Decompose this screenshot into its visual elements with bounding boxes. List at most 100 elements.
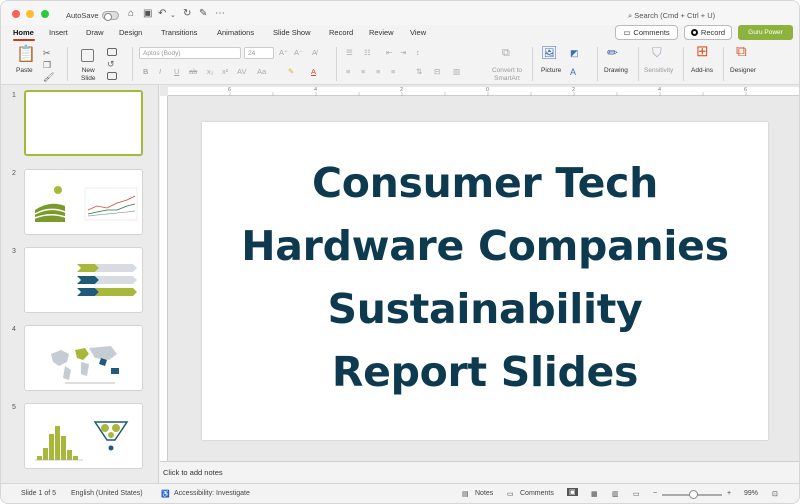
- reset-icon[interactable]: ↺: [107, 59, 115, 70]
- increase-indent-icon[interactable]: ⇥: [400, 48, 406, 57]
- home-icon[interactable]: ⌂: [128, 9, 134, 19]
- slide-thumbnail-2[interactable]: [24, 169, 143, 235]
- minimize-window-button[interactable]: [26, 10, 34, 18]
- ribbon-home: 📋 Paste ✂ ❐ 🖌 New Slide ↺ Aptos (Body) 2…: [1, 43, 799, 85]
- record-button[interactable]: Record: [684, 25, 732, 40]
- columns-icon[interactable]: ▥: [453, 67, 460, 76]
- align-center-icon[interactable]: ≡: [361, 67, 365, 76]
- copy-icon[interactable]: ❐: [43, 60, 51, 71]
- slide-thumbnail-1[interactable]: [24, 90, 143, 156]
- ruler-number: 6: [228, 87, 232, 93]
- align-text-icon[interactable]: ⊟: [434, 67, 440, 76]
- section-icon[interactable]: [107, 72, 117, 80]
- vertical-ruler[interactable]: [160, 96, 168, 461]
- sensitivity-label: Sensitivity: [644, 67, 674, 74]
- zoom-slider-thumb[interactable]: [689, 490, 698, 499]
- subscript-icon[interactable]: x₂: [207, 67, 214, 76]
- numbering-icon[interactable]: ☷: [364, 48, 371, 57]
- current-slide[interactable]: Consumer Tech Hardware Companies Sustain…: [202, 122, 768, 440]
- slide-number: 1: [12, 92, 16, 99]
- save-icon[interactable]: ▣: [143, 9, 152, 19]
- justify-icon[interactable]: ≡: [391, 67, 395, 76]
- fit-to-window-icon[interactable]: ⊡: [772, 490, 778, 498]
- align-left-icon[interactable]: ≡: [346, 67, 350, 76]
- guru-power-button[interactable]: Guru Power: [738, 25, 793, 40]
- new-slide-label-line1: New: [81, 67, 95, 74]
- tab-record[interactable]: Record: [329, 28, 353, 37]
- normal-view-icon[interactable]: ▣: [567, 488, 578, 496]
- tab-draw[interactable]: Draw: [86, 28, 104, 37]
- increase-font-icon[interactable]: A⁺: [279, 48, 288, 57]
- notes-pane[interactable]: Click to add notes: [160, 461, 799, 483]
- slide-thumbnail-5[interactable]: [24, 403, 143, 469]
- strikethrough-icon[interactable]: ab: [189, 67, 197, 76]
- tab-design[interactable]: Design: [119, 28, 142, 37]
- horizontal-ruler[interactable]: 6 4 2 0 2 4 6: [168, 87, 799, 96]
- tab-view[interactable]: View: [410, 28, 426, 37]
- accessibility-status[interactable]: Accessibility: Investigate: [174, 490, 250, 497]
- italic-icon[interactable]: I: [159, 67, 161, 76]
- underline-icon[interactable]: U: [174, 67, 179, 76]
- close-window-button[interactable]: [12, 10, 20, 18]
- tab-home[interactable]: Home: [13, 28, 34, 37]
- search-field[interactable]: ⌕ Search (Cmd + Ctrl + U): [628, 11, 715, 21]
- align-right-icon[interactable]: ≡: [376, 67, 380, 76]
- addins-label: Add-ins: [691, 67, 714, 74]
- zoom-in-icon[interactable]: +: [727, 490, 731, 497]
- decrease-font-icon[interactable]: A⁻: [294, 48, 303, 57]
- ruler-number: 2: [400, 87, 404, 93]
- zoom-out-icon[interactable]: −: [653, 490, 657, 497]
- tab-review[interactable]: Review: [369, 28, 394, 37]
- layout-icon[interactable]: [107, 48, 117, 56]
- slide-thumbnail-3[interactable]: [24, 247, 143, 313]
- language-indicator[interactable]: English (United States): [71, 490, 143, 497]
- comments-button[interactable]: ▭ Comments: [615, 25, 678, 40]
- comment-icon: ▭: [623, 28, 631, 37]
- ruler-number: 0: [486, 87, 490, 93]
- slideshow-icon[interactable]: ▭: [633, 490, 640, 498]
- bold-icon[interactable]: B: [143, 67, 148, 76]
- slide-title[interactable]: Consumer Tech Hardware Companies Sustain…: [202, 152, 768, 404]
- slide-thumbnail-panel[interactable]: 1 2 3 4 5: [1, 85, 159, 483]
- smartart-icon: ⧉: [502, 47, 510, 59]
- reading-view-icon[interactable]: ▥: [612, 490, 619, 498]
- shapes-icon[interactable]: ◩: [570, 48, 579, 59]
- slide-thumbnail-4[interactable]: [24, 325, 143, 391]
- title-line: Report Slides: [331, 348, 639, 396]
- format-painter-icon[interactable]: 🖌: [43, 72, 54, 83]
- text-direction-icon[interactable]: ⇅: [416, 67, 422, 76]
- more-icon[interactable]: ⋯: [215, 9, 225, 19]
- font-color-icon[interactable]: A: [311, 67, 316, 76]
- clear-format-icon[interactable]: A̸: [312, 48, 317, 57]
- undo-icon[interactable]: ↶: [158, 9, 166, 19]
- tab-animations[interactable]: Animations: [217, 28, 254, 37]
- customize-icon[interactable]: ✎: [199, 9, 207, 19]
- font-size-select[interactable]: 24: [244, 47, 274, 59]
- superscript-icon[interactable]: x²: [222, 67, 228, 76]
- cut-icon[interactable]: ✂: [43, 48, 51, 59]
- slide-sorter-icon[interactable]: ▦: [591, 490, 598, 498]
- autosave-label: AutoSave: [66, 11, 99, 20]
- change-case-icon[interactable]: Aa: [257, 67, 266, 76]
- autosave-toggle[interactable]: [102, 11, 119, 21]
- font-name-select[interactable]: Aptos (Body): [139, 47, 241, 59]
- redo-icon[interactable]: ↻: [183, 9, 191, 19]
- undo-dropdown-icon[interactable]: ⌄: [170, 11, 176, 21]
- notes-toggle[interactable]: Notes: [475, 490, 493, 497]
- sensitivity-icon: ⛉: [652, 45, 662, 60]
- thumbnail-4-graphic: [51, 346, 119, 384]
- maximize-window-button[interactable]: [41, 10, 49, 18]
- tab-slide-show[interactable]: Slide Show: [273, 28, 311, 37]
- zoom-level[interactable]: 99%: [744, 490, 758, 497]
- decrease-indent-icon[interactable]: ⇤: [386, 48, 392, 57]
- comments-toggle[interactable]: Comments: [520, 490, 554, 497]
- bullets-icon[interactable]: ☰: [346, 48, 353, 57]
- tab-insert[interactable]: Insert: [49, 28, 68, 37]
- line-spacing-icon[interactable]: ↕: [416, 48, 420, 57]
- active-tab-indicator: [13, 39, 35, 41]
- highlight-icon[interactable]: ✎: [288, 67, 294, 76]
- tab-transitions[interactable]: Transitions: [161, 28, 197, 37]
- textbox-icon[interactable]: A: [570, 67, 576, 78]
- character-spacing-icon[interactable]: AV: [237, 67, 246, 76]
- title-bar: AutoSave ⌂ ▣ ↶ ⌄ ↻ ✎ ⋯ ⌕ Search (Cmd + C…: [1, 1, 799, 25]
